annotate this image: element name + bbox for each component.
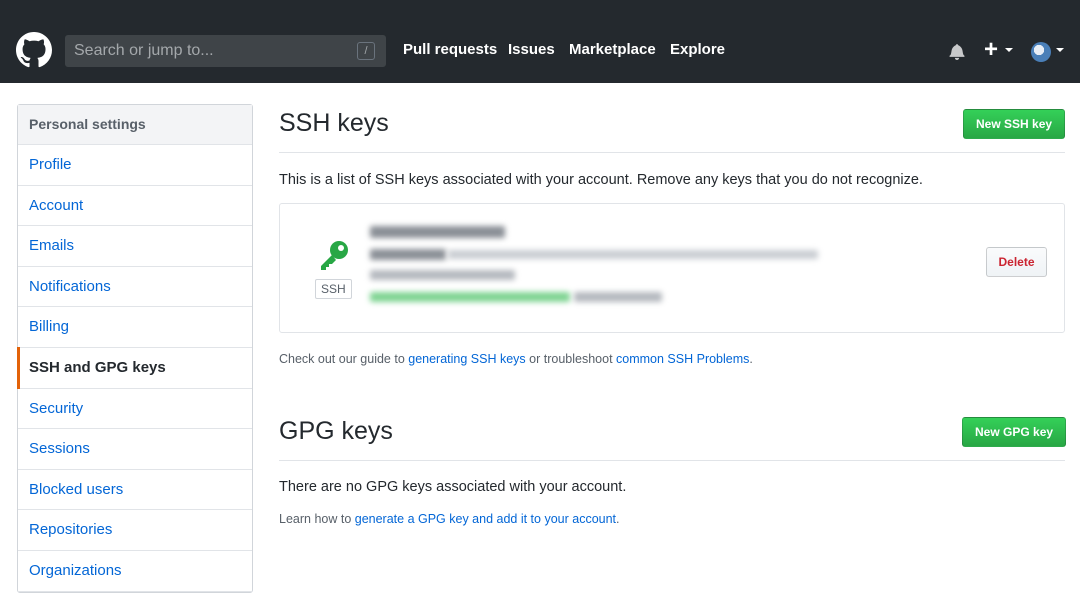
nav-explore[interactable]: Explore bbox=[670, 41, 725, 58]
ssh-guide-middle: or troubleshoot bbox=[525, 352, 617, 366]
generating-ssh-keys-link[interactable]: generating SSH keys bbox=[408, 352, 525, 366]
sidebar-item-organizations[interactable]: Organizations bbox=[18, 551, 252, 592]
gpg-learn-suffix: . bbox=[616, 512, 620, 526]
blurred-added-date bbox=[370, 270, 515, 280]
ssh-keys-title: SSH keys bbox=[279, 109, 389, 137]
new-gpg-key-button[interactable]: New GPG key bbox=[962, 417, 1067, 447]
sidebar-item-ssh-gpg-keys[interactable]: SSH and GPG keys bbox=[17, 346, 252, 389]
blurred-key-title bbox=[370, 226, 505, 238]
common-ssh-problems-link[interactable]: common SSH Problems bbox=[616, 352, 749, 366]
sidebar-item-blocked-users[interactable]: Blocked users bbox=[18, 470, 252, 511]
generate-gpg-key-link[interactable]: generate a GPG key and add it to your ac… bbox=[355, 512, 616, 526]
search-shortcut-key: / bbox=[357, 42, 375, 60]
ssh-guide-text: Check out our guide to generating SSH ke… bbox=[279, 352, 753, 366]
key-icon bbox=[321, 241, 348, 270]
nav-issues[interactable]: Issues bbox=[508, 41, 555, 58]
user-avatar[interactable] bbox=[1031, 42, 1051, 62]
sidebar-item-security[interactable]: Security bbox=[18, 389, 252, 430]
nav-pull-requests[interactable]: Pull requests bbox=[403, 41, 497, 58]
ssh-guide-prefix: Check out our guide to bbox=[279, 352, 409, 366]
ssh-key-type-label: SSH bbox=[315, 279, 352, 299]
chevron-down-icon bbox=[1005, 48, 1013, 52]
divider bbox=[279, 152, 1065, 153]
gpg-learn-text: Learn how to generate a GPG key and add … bbox=[279, 512, 620, 526]
sidebar-heading: Personal settings bbox=[18, 105, 252, 145]
top-header: Search or jump to... / Pull requests Iss… bbox=[0, 0, 1080, 83]
sidebar-item-billing[interactable]: Billing bbox=[18, 307, 252, 348]
delete-ssh-key-button[interactable]: Delete bbox=[986, 247, 1047, 277]
search-placeholder: Search or jump to... bbox=[74, 42, 214, 59]
search-input[interactable]: Search or jump to... / bbox=[65, 35, 386, 67]
divider bbox=[279, 460, 1065, 461]
github-logo-icon[interactable] bbox=[16, 32, 52, 68]
ssh-guide-suffix: . bbox=[749, 352, 753, 366]
sidebar-item-sessions[interactable]: Sessions bbox=[18, 429, 252, 470]
gpg-empty-text: There are no GPG keys associated with yo… bbox=[279, 479, 627, 495]
sidebar-item-notifications[interactable]: Notifications bbox=[18, 267, 252, 308]
ssh-key-entry: SSH Delete bbox=[279, 203, 1065, 333]
settings-sidebar: Personal settings Profile Account Emails… bbox=[17, 104, 253, 593]
ssh-description: This is a list of SSH keys associated wi… bbox=[279, 172, 923, 188]
gpg-learn-prefix: Learn how to bbox=[279, 512, 355, 526]
create-new-plus-icon[interactable]: + bbox=[984, 38, 998, 62]
new-ssh-key-button[interactable]: New SSH key bbox=[963, 109, 1066, 139]
sidebar-item-repositories[interactable]: Repositories bbox=[18, 510, 252, 551]
blurred-last-used bbox=[370, 292, 570, 302]
nav-marketplace[interactable]: Marketplace bbox=[569, 41, 656, 58]
blurred-access bbox=[574, 292, 662, 302]
blurred-fingerprint bbox=[448, 250, 818, 259]
sidebar-item-account[interactable]: Account bbox=[18, 186, 252, 227]
gpg-keys-title: GPG keys bbox=[279, 417, 393, 445]
bell-icon[interactable] bbox=[949, 43, 965, 60]
sidebar-item-profile[interactable]: Profile bbox=[18, 145, 252, 186]
chevron-down-icon bbox=[1056, 48, 1064, 52]
blurred-fingerprint-label bbox=[370, 249, 446, 260]
sidebar-item-emails[interactable]: Emails bbox=[18, 226, 252, 267]
